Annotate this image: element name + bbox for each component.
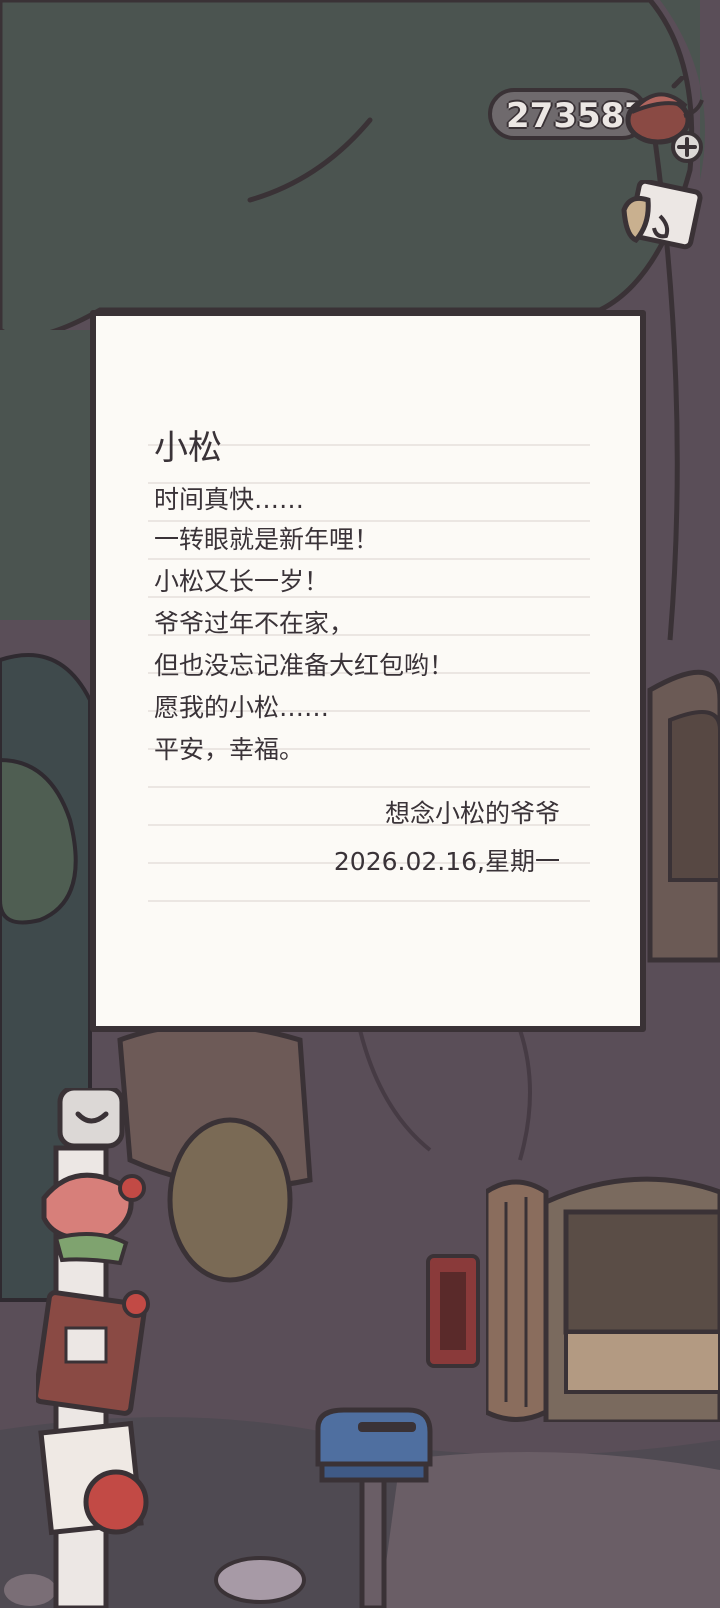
plus-icon[interactable] (670, 130, 704, 164)
letter-signature: 想念小松的爷爷 (384, 799, 560, 828)
ruled-line (148, 900, 590, 902)
door-icon (486, 1176, 720, 1422)
letter-icon[interactable] (620, 180, 704, 262)
letter-line: 但也没忘记准备大红包哟！ (154, 651, 455, 680)
letter-card[interactable]: 小松 时间真快…… 一转眼就是新年哩！ 小松又长一岁！ 爷爷过年不在家， 但也没… (90, 310, 646, 1032)
letter-line: 愿我的小松…… (154, 693, 330, 722)
ruled-line (148, 558, 590, 560)
letter-date: 2026.02.16,星期一 (333, 847, 560, 876)
letter-greeting: 小松 (154, 428, 222, 468)
ruled-line (148, 786, 590, 788)
letter-line: 小松又长一岁！ (154, 567, 330, 596)
letter-line: 爷爷过年不在家， (154, 609, 355, 638)
letter-line: 平安，幸福。 (154, 735, 305, 764)
letter-line: 时间真快…… (154, 485, 305, 514)
letter-line: 一转眼就是新年哩！ (154, 525, 380, 554)
mailbox-icon[interactable] (314, 1404, 434, 1608)
notebook-icon[interactable] (36, 1088, 166, 1608)
